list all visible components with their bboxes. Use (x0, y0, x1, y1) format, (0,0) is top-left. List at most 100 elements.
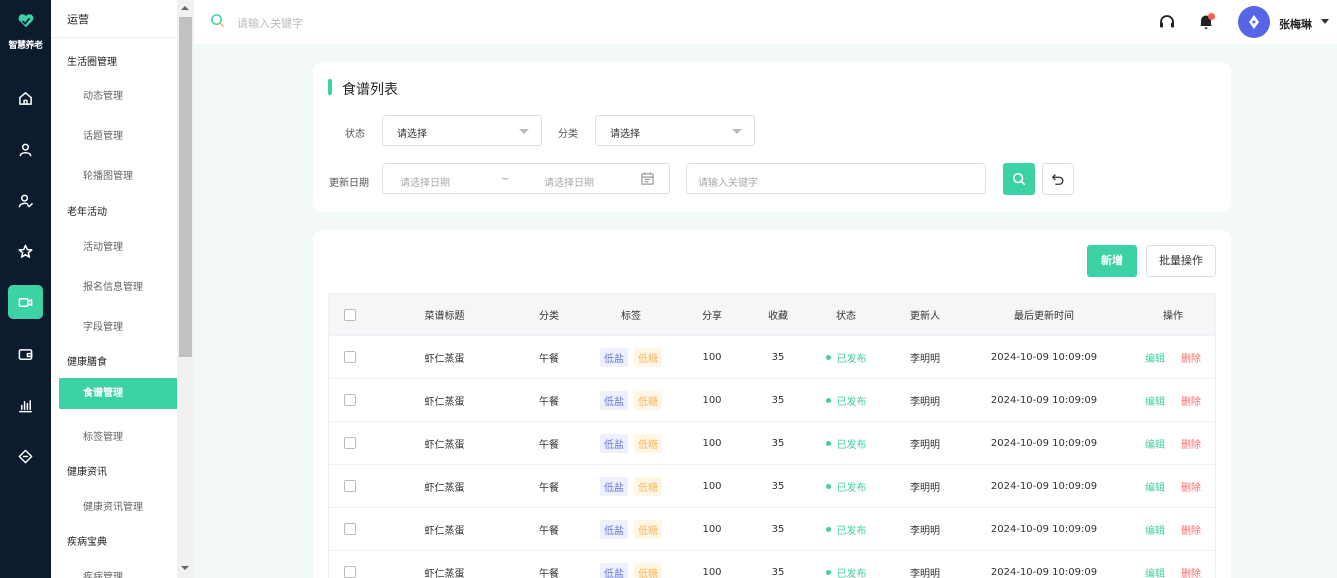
brand-logo[interactable]: 智慧养老 (0, 12, 51, 51)
sub-menu: 运营 生活圈管理 动态管理 话题管理 轮播图管理 老年活动 活动管理 报名信息管… (51, 0, 177, 578)
menu-item-disease[interactable]: 疾病管理 (83, 568, 123, 578)
delete-link[interactable]: 删除 (1181, 565, 1201, 578)
category-select[interactable]: 请选择 (595, 115, 755, 146)
menu-group-health-news[interactable]: 健康资讯 (67, 463, 107, 478)
home-icon[interactable] (8, 81, 43, 115)
scroll-up-icon[interactable] (181, 6, 189, 10)
row-operations: 编辑 删除 (1133, 422, 1213, 464)
tag-icon[interactable] (8, 439, 43, 473)
global-search-input[interactable]: 请输入关键字 (237, 15, 303, 31)
delete-link[interactable]: 删除 (1181, 393, 1201, 408)
menu-item-activity[interactable]: 活动管理 (83, 238, 123, 253)
recipe-list-card: 新增 批量操作 菜谱标题 分类 标签 分享 收藏 状态 更新人 最后更新时间 操… (313, 230, 1231, 578)
menu-item-tag[interactable]: 标签管理 (83, 428, 123, 443)
video-icon[interactable] (8, 285, 43, 319)
category-label: 分类 (558, 129, 578, 140)
menu-item-carousel[interactable]: 轮播图管理 (83, 167, 133, 182)
delete-link[interactable]: 删除 (1181, 350, 1201, 365)
menu-item-dynamic[interactable]: 动态管理 (83, 87, 123, 102)
edit-link[interactable]: 编辑 (1145, 565, 1165, 578)
row-select-cell[interactable] (329, 508, 371, 550)
edit-link[interactable]: 编辑 (1145, 350, 1165, 365)
icon-rail: 智慧养老 (0, 0, 51, 578)
date-start-input[interactable]: 请选择日期 (400, 174, 450, 189)
menu-item-fields[interactable]: 字段管理 (83, 318, 123, 333)
select-all-checkbox[interactable] (344, 308, 356, 321)
recipe-title: 虾仁蒸蛋 (424, 439, 465, 451)
menu-item-signup[interactable]: 报名信息管理 (83, 278, 143, 293)
select-all-cell[interactable] (329, 294, 371, 335)
scroll-thumb[interactable] (179, 17, 192, 357)
row-checkbox[interactable] (344, 437, 356, 449)
headset-icon[interactable] (1158, 13, 1176, 31)
row-select-cell[interactable] (329, 422, 371, 464)
edit-link[interactable]: 编辑 (1145, 522, 1165, 537)
user-icon[interactable] (8, 132, 43, 166)
row-select-cell[interactable] (329, 465, 371, 507)
status-select-value: 请选择 (397, 129, 427, 140)
menu-group-healthy-diet[interactable]: 健康膳食 (67, 353, 107, 368)
favorite-count: 35 (771, 351, 785, 363)
date-end-input[interactable]: 请选择日期 (544, 174, 594, 189)
recipe-category: 午餐 (539, 439, 559, 451)
batch-operation-button[interactable]: 批量操作 (1146, 245, 1216, 277)
edit-link[interactable]: 编辑 (1145, 436, 1165, 451)
status-badge: 已发布 (811, 379, 881, 421)
bar-chart-icon[interactable] (8, 388, 43, 422)
username[interactable]: 张梅琳 (1279, 16, 1312, 32)
brand-name: 智慧养老 (8, 41, 43, 51)
menu-group-life-circle[interactable]: 生活圈管理 (67, 53, 117, 68)
search-icon (211, 14, 224, 27)
search-button[interactable] (1003, 163, 1035, 195)
user-check-icon[interactable] (8, 183, 43, 217)
wallet-icon[interactable] (8, 337, 43, 371)
heart-logo-icon (18, 14, 33, 28)
row-checkbox[interactable] (344, 351, 356, 363)
edit-link[interactable]: 编辑 (1145, 393, 1165, 408)
tag-low-salt: 低盐 (600, 476, 628, 496)
delete-link[interactable]: 删除 (1181, 522, 1201, 537)
star-icon[interactable] (8, 234, 43, 268)
updater-name: 李明明 (910, 525, 940, 537)
row-checkbox[interactable] (344, 394, 356, 406)
chevron-down-icon[interactable] (1321, 19, 1329, 24)
reset-button[interactable] (1042, 163, 1074, 195)
menu-item-topic[interactable]: 话题管理 (83, 127, 123, 142)
status-label: 状态 (345, 129, 365, 140)
row-select-cell[interactable] (329, 379, 371, 421)
row-select-cell[interactable] (329, 551, 371, 578)
add-button[interactable]: 新增 (1087, 245, 1137, 277)
submenu-scrollbar[interactable] (177, 0, 194, 578)
updater-name: 李明明 (910, 568, 940, 578)
avatar[interactable] (1238, 6, 1270, 38)
status-select[interactable]: 请选择 (382, 115, 542, 146)
category-select-value: 请选择 (610, 129, 640, 140)
menu-item-recipe[interactable]: 食谱管理 (59, 378, 177, 409)
tag-low-sugar: 低糖 (634, 347, 662, 367)
row-checkbox[interactable] (344, 480, 356, 492)
row-checkbox[interactable] (344, 523, 356, 535)
share-count: 100 (702, 566, 722, 578)
recipe-tags: 低盐 低糖 (591, 422, 671, 464)
updated-time: 2024-10-09 10:09:09 (990, 523, 1098, 535)
date-range-picker[interactable]: 请选择日期 ~ 请选择日期 (382, 163, 670, 194)
edit-link[interactable]: 编辑 (1145, 479, 1165, 494)
row-select-cell[interactable] (329, 336, 371, 378)
delete-link[interactable]: 删除 (1181, 479, 1201, 494)
chevron-down-icon (519, 129, 529, 134)
recipe-category: 午餐 (539, 482, 559, 494)
status-dot (825, 569, 831, 575)
menu-group-disease[interactable]: 疾病宝典 (67, 533, 107, 548)
row-checkbox[interactable] (344, 566, 356, 578)
updated-time: 2024-10-09 10:09:09 (990, 480, 1098, 492)
menu-group-elderly-activity[interactable]: 老年活动 (67, 203, 107, 218)
calendar-icon (641, 172, 654, 185)
delete-link[interactable]: 删除 (1181, 436, 1201, 451)
keyword-input[interactable]: 请输入关键字 (686, 163, 986, 194)
recipe-title: 虾仁蒸蛋 (424, 482, 465, 494)
update-date-label: 更新日期 (329, 178, 369, 189)
menu-item-health-news[interactable]: 健康资讯管理 (83, 498, 143, 513)
recipe-tags: 低盐 低糖 (591, 551, 671, 578)
scroll-down-icon[interactable] (181, 566, 189, 570)
status-text: 已发布 (836, 525, 867, 537)
